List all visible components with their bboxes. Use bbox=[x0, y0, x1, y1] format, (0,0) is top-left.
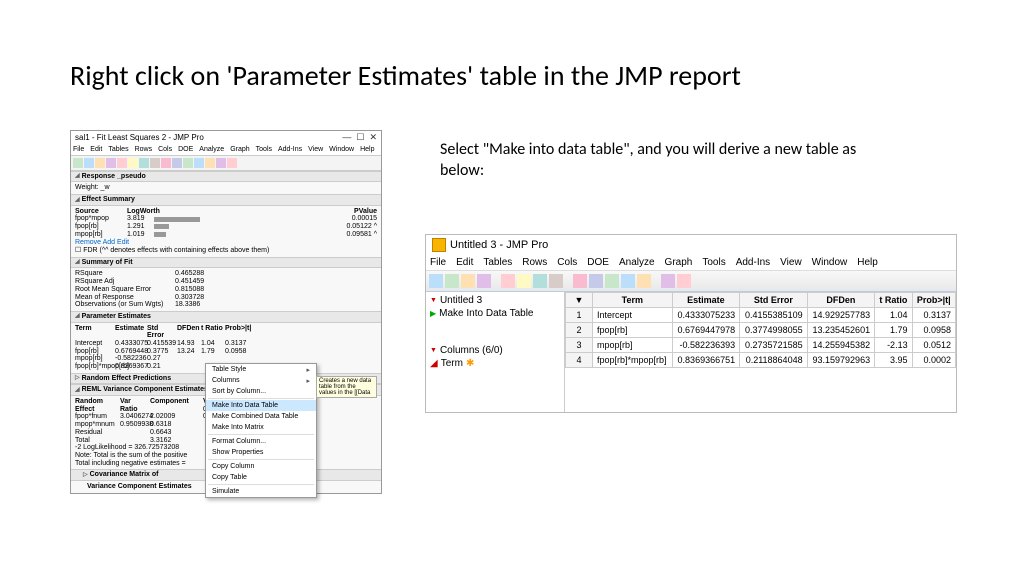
menubar[interactable]: FileEditTablesRowsColsDOEAnalyzeGraphToo… bbox=[71, 145, 381, 156]
menu-item[interactable]: Columns bbox=[206, 375, 316, 386]
summary-of-fit-header[interactable]: Summary of Fit bbox=[82, 259, 133, 267]
menu-item[interactable]: Simulate bbox=[206, 486, 316, 497]
columns-header[interactable]: Columns (6/0) bbox=[440, 345, 503, 356]
menubar[interactable]: FileEditTablesRowsColsDOEAnalyzeGraphToo… bbox=[426, 255, 956, 271]
table-name[interactable]: Untitled 3 bbox=[440, 295, 482, 306]
menu-item[interactable]: Table Style bbox=[206, 364, 316, 375]
slide-title: Right click on 'Parameter Estimates' tab… bbox=[70, 58, 741, 93]
toolbar[interactable] bbox=[426, 271, 956, 292]
term-col[interactable]: Term bbox=[441, 358, 463, 369]
random-effect-header[interactable]: Random Effect Predictions bbox=[82, 375, 171, 383]
menu-item[interactable]: Copy Column bbox=[206, 461, 316, 472]
weight-label: Weight: _w bbox=[71, 182, 381, 194]
script-name[interactable]: Make Into Data Table bbox=[439, 308, 533, 319]
left-panel[interactable]: ▼Untitled 3 ▶Make Into Data Table ▼Colum… bbox=[426, 292, 565, 412]
window-buttons[interactable]: — ☐ ✕ bbox=[342, 133, 377, 143]
menu-item[interactable]: Show Properties bbox=[206, 447, 316, 458]
menu-item[interactable]: Sort by Column... bbox=[206, 386, 316, 397]
menu-item[interactable]: Make Combined Data Table bbox=[206, 411, 316, 422]
context-menu[interactable]: Table StyleColumnsSort by Column... Make … bbox=[205, 363, 317, 498]
instruction-text: Select "Make into data table", and you w… bbox=[440, 140, 870, 182]
menu-item[interactable]: Format Column... bbox=[206, 436, 316, 447]
context-tooltip: Creates a new data table from the values… bbox=[316, 376, 377, 398]
reml-header[interactable]: REML Variance Component Estimates bbox=[82, 386, 208, 394]
response-header[interactable]: Response _pseudo bbox=[82, 173, 146, 181]
menu-item[interactable]: Make Into Data Table bbox=[206, 400, 316, 411]
toolbar[interactable] bbox=[71, 156, 381, 171]
menu-item[interactable]: Copy Table bbox=[206, 472, 316, 483]
parameter-estimates-header[interactable]: Parameter Estimates bbox=[82, 313, 151, 321]
window-title: Untitled 3 - JMP Pro bbox=[450, 239, 548, 251]
data-table[interactable]: ▼TermEstimateStd ErrorDFDent RatioProb>|… bbox=[565, 292, 956, 368]
window-title: sal1 - Fit Least Squares 2 - JMP Pro bbox=[75, 134, 338, 143]
menu-item[interactable]: Make Into Matrix bbox=[206, 422, 316, 433]
jmp-icon bbox=[432, 238, 446, 252]
jmp-datatable-window: Untitled 3 - JMP Pro FileEditTablesRowsC… bbox=[425, 234, 957, 413]
effect-summary-header[interactable]: Effect Summary bbox=[82, 196, 135, 204]
cov-header[interactable]: Covariance Matrix of bbox=[90, 471, 159, 479]
